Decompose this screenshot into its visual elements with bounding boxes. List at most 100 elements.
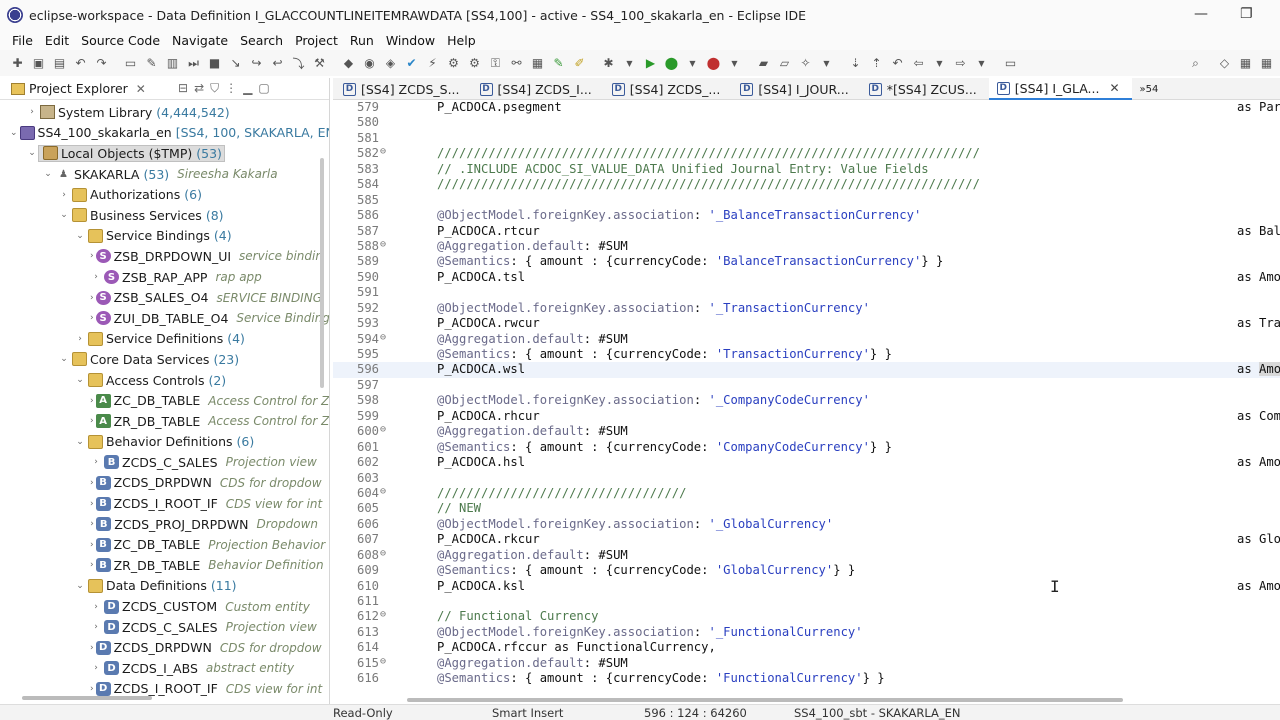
tree-behavior-definition-item[interactable]: › B ZC_DB_TABLE Projection Behavior — [0, 534, 325, 555]
debug-icon[interactable]: ✱ — [599, 54, 618, 73]
tool-icon-1[interactable]: ⚙ — [444, 54, 463, 73]
chevron-down-icon[interactable]: ▼ — [683, 54, 702, 73]
close-tab-icon[interactable]: ✕ — [1109, 81, 1119, 95]
tree-data-definition-item[interactable]: › D ZCDS_DRPDWN CDS for dropdow — [0, 637, 322, 658]
forward-icon[interactable]: ⇨ — [951, 54, 970, 73]
next-annotation-icon[interactable]: ⇣ — [846, 54, 865, 73]
transport-icon[interactable]: ◈ — [381, 54, 400, 73]
skip-icon[interactable]: ⏭ — [184, 54, 203, 73]
code-line[interactable]: 589 @Semantics: { amount : {currencyCode:… — [333, 254, 1280, 269]
code-line[interactable]: 611 — [333, 594, 1280, 609]
tree-access-control-item[interactable]: › A ZC_DB_TABLE Access Control for Z — [0, 390, 329, 411]
link-icon[interactable]: ⚯ — [507, 54, 526, 73]
pin-icon[interactable]: ✎ — [142, 54, 161, 73]
code-line[interactable]: 585 — [333, 193, 1280, 208]
code-line[interactable]: 588 ⊖ @Aggregation.default: #SUM — [333, 239, 1280, 254]
step-over-icon[interactable]: ↪ — [247, 54, 266, 73]
collapse-all-icon[interactable]: ⊟ — [178, 81, 188, 96]
collapse-arrow-icon[interactable]: ⌄ — [74, 375, 86, 385]
code-line[interactable]: 579 P_ACDOCA.psegment as Par — [333, 100, 1280, 115]
code-line[interactable]: 580 — [333, 115, 1280, 130]
code-line[interactable]: 613 @ObjectModel.foreignKey.association: … — [333, 625, 1280, 640]
tree-data-definition-item[interactable]: › D ZCDS_CUSTOM Custom entity — [0, 596, 318, 617]
abap-new-icon[interactable]: ◉ — [360, 54, 379, 73]
code-line[interactable]: 584 /////////////////////////////////////… — [333, 177, 1280, 192]
collapse-arrow-icon[interactable]: ⌄ — [74, 231, 86, 241]
tree-folder-behavior-definitions[interactable]: ⌄ Behavior Definitions (6) — [0, 432, 318, 453]
menu-search[interactable]: Search — [234, 33, 289, 48]
expand-arrow-icon[interactable]: › — [26, 107, 38, 117]
perspective-icon[interactable]: ◇ — [1215, 54, 1234, 73]
menu-source-code[interactable]: Source Code — [75, 33, 166, 48]
editor-tab[interactable]: D [SS4] ZCDS_S... — [333, 78, 472, 100]
fold-icon[interactable]: ⊖ — [380, 424, 386, 435]
menu-window[interactable]: Window — [380, 33, 441, 48]
project-explorer-title[interactable]: Project Explorer — [29, 81, 128, 96]
check-icon[interactable]: ✔ — [402, 54, 421, 73]
monitor-icon[interactable]: ▭ — [121, 54, 140, 73]
code-line[interactable]: 587 P_ACDOCA.rtcur as Bal — [333, 224, 1280, 239]
code-line[interactable]: 612 ⊖ // Functional Currency — [333, 609, 1280, 624]
tree-folder-data-definitions[interactable]: ⌄ Data Definitions (11) — [0, 576, 318, 597]
drop-frame-icon[interactable]: ⤵ — [289, 54, 308, 73]
grid-icon[interactable]: ▦ — [528, 54, 547, 73]
wand-icon[interactable]: ✧ — [796, 54, 815, 73]
collapse-arrow-icon[interactable]: ⌄ — [74, 581, 86, 591]
code-line[interactable]: 603 — [333, 471, 1280, 486]
menu-run[interactable]: Run — [344, 33, 380, 48]
menu-file[interactable]: File — [0, 33, 39, 48]
terminate-icon[interactable]: ■ — [205, 54, 224, 73]
filter-icon[interactable]: ⚒ — [310, 54, 329, 73]
code-line[interactable]: 593 P_ACDOCA.rwcur as Tra — [333, 316, 1280, 331]
tree-folder-core-data-services[interactable]: ⌄ Core Data Services (23) — [0, 349, 318, 370]
editor-tab[interactable]: D [SS4] ZCDS_I... — [472, 78, 604, 100]
code-line[interactable]: 599 P_ACDOCA.rhcur as Com — [333, 409, 1280, 424]
step-into-icon[interactable]: ↘ — [226, 54, 245, 73]
code-line[interactable]: 609 @Semantics: { amount : {currencyCode:… — [333, 563, 1280, 578]
view-menu-icon[interactable]: ⋮ — [225, 81, 237, 96]
explorer-horizontal-scrollbar[interactable] — [22, 696, 152, 700]
editor-tab[interactable]: D [SS4] I_JOUR... — [732, 78, 860, 100]
editor-horizontal-scrollbar[interactable] — [407, 698, 1123, 702]
code-line[interactable]: 594 ⊖ @Aggregation.default: #SUM — [333, 332, 1280, 347]
fold-icon[interactable]: ⊖ — [380, 332, 386, 343]
chevron-down-icon[interactable]: ▼ — [725, 54, 744, 73]
explorer-vertical-scrollbar[interactable] — [320, 158, 324, 388]
code-line[interactable]: 615 ⊖ @Aggregation.default: #SUM — [333, 656, 1280, 671]
search-icon[interactable]: ⌕ — [1186, 54, 1205, 73]
code-line[interactable]: 598 @ObjectModel.foreignKey.association: … — [333, 393, 1280, 408]
menu-help[interactable]: Help — [441, 33, 482, 48]
open-folder-icon[interactable]: ▰ — [754, 54, 773, 73]
collapse-arrow-icon[interactable]: ⌄ — [58, 210, 70, 220]
last-edit-icon[interactable]: ↶ — [888, 54, 907, 73]
expand-arrow-icon[interactable]: › — [90, 622, 102, 632]
external-tools-icon[interactable]: ⬤ — [704, 54, 723, 73]
tree-access-control-item[interactable]: › A ZR_DB_TABLE Access Control for Z — [0, 411, 329, 432]
menu-navigate[interactable]: Navigate — [166, 33, 234, 48]
menu-project[interactable]: Project — [289, 33, 344, 48]
menu-edit[interactable]: Edit — [39, 33, 75, 48]
code-line[interactable]: 607 P_ACDOCA.rkcur as Glo — [333, 532, 1280, 547]
code-line[interactable]: 614 P_ACDOCA.rfccur as FunctionalCurrency… — [333, 640, 1280, 655]
code-line[interactable]: 602 P_ACDOCA.hsl as Amo — [333, 455, 1280, 470]
code-line[interactable]: 606 @ObjectModel.foreignKey.association: … — [333, 517, 1280, 532]
collapse-arrow-icon[interactable]: ⌄ — [10, 128, 18, 138]
tree-service-binding-item[interactable]: › S ZSB_DRPDOWN_UI service bindin — [0, 246, 323, 267]
fold-icon[interactable]: ⊖ — [380, 548, 386, 559]
tree-folder-service-definitions[interactable]: › Service Definitions (4) — [0, 329, 318, 350]
back-icon[interactable]: ⇦ — [909, 54, 928, 73]
code-line[interactable]: 601 @Semantics: { amount : {currencyCode:… — [333, 440, 1280, 455]
code-line[interactable]: 610 P_ACDOCA.ksl as Amo — [333, 579, 1280, 594]
open-type-icon[interactable]: ◆ — [339, 54, 358, 73]
collapse-arrow-icon[interactable]: ⌄ — [74, 437, 86, 447]
save-icon[interactable]: ▣ — [29, 54, 48, 73]
close-icon[interactable]: ✕ — [136, 82, 146, 96]
tabs-overflow-button[interactable]: »54 — [1132, 78, 1171, 100]
minimize-view-icon[interactable]: ▁ — [243, 81, 252, 96]
editor-tab[interactable]: D [SS4] ZCDS_... — [604, 78, 733, 100]
expand-arrow-icon[interactable]: › — [74, 334, 86, 344]
code-line[interactable]: 592 @ObjectModel.foreignKey.association: … — [333, 301, 1280, 316]
highlight-icon[interactable]: ✎ — [549, 54, 568, 73]
perspective-abap-icon[interactable]: ▦ — [1236, 54, 1255, 73]
save-all-icon[interactable]: ▤ — [50, 54, 69, 73]
